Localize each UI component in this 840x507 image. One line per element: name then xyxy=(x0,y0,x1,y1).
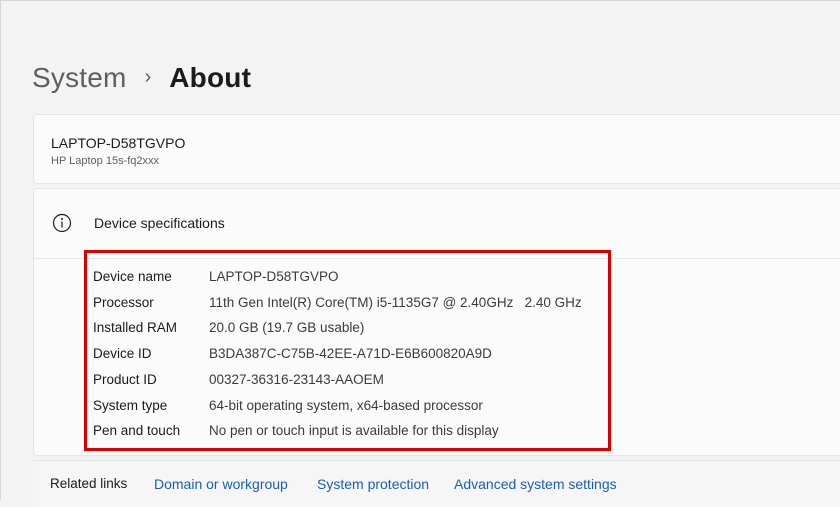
device-model: HP Laptop 15s-fq2xxx xyxy=(51,155,160,167)
spec-value: 00327-36316-23143-AAOEM xyxy=(209,372,384,387)
breadcrumb-system[interactable]: System xyxy=(32,62,127,94)
spec-value: 64-bit operating system, x64-based proce… xyxy=(209,398,483,413)
device-hostname: LAPTOP-D58TGVPO xyxy=(51,135,186,151)
spec-value: LAPTOP-D58TGVPO xyxy=(209,269,339,284)
spec-value: B3DA387C-C75B-42EE-A71D-E6B600820A9D xyxy=(209,346,492,361)
spec-label: Installed RAM xyxy=(93,320,178,335)
spec-label: Device name xyxy=(93,269,172,284)
device-specifications-title: Device specifications xyxy=(94,215,225,231)
device-card: LAPTOP-D58TGVPO HP Laptop 15s-fq2xxx xyxy=(33,114,840,184)
spec-label: System type xyxy=(93,398,168,413)
system-protection-link[interactable]: System protection xyxy=(317,476,429,492)
spec-label: Product ID xyxy=(93,372,157,387)
spec-label: Pen and touch xyxy=(93,423,181,438)
spec-value: 20.0 GB (19.7 GB usable) xyxy=(209,320,365,335)
advanced-system-settings-link[interactable]: Advanced system settings xyxy=(454,476,617,492)
breadcrumb: System › About xyxy=(32,58,251,98)
spec-label: Device ID xyxy=(93,346,152,361)
domain-or-workgroup-link[interactable]: Domain or workgroup xyxy=(154,476,288,492)
info-icon xyxy=(52,213,72,233)
page-title: About xyxy=(169,62,252,93)
spec-label: Processor xyxy=(93,295,154,310)
spec-value: 11th Gen Intel(R) Core(TM) i5-1135G7 @ 2… xyxy=(209,295,582,310)
chevron-right-icon: › xyxy=(144,65,152,88)
related-links-label: Related links xyxy=(50,476,128,491)
device-specifications-header[interactable]: Device specifications xyxy=(34,189,840,259)
spec-value: No pen or touch input is available for t… xyxy=(209,423,499,438)
